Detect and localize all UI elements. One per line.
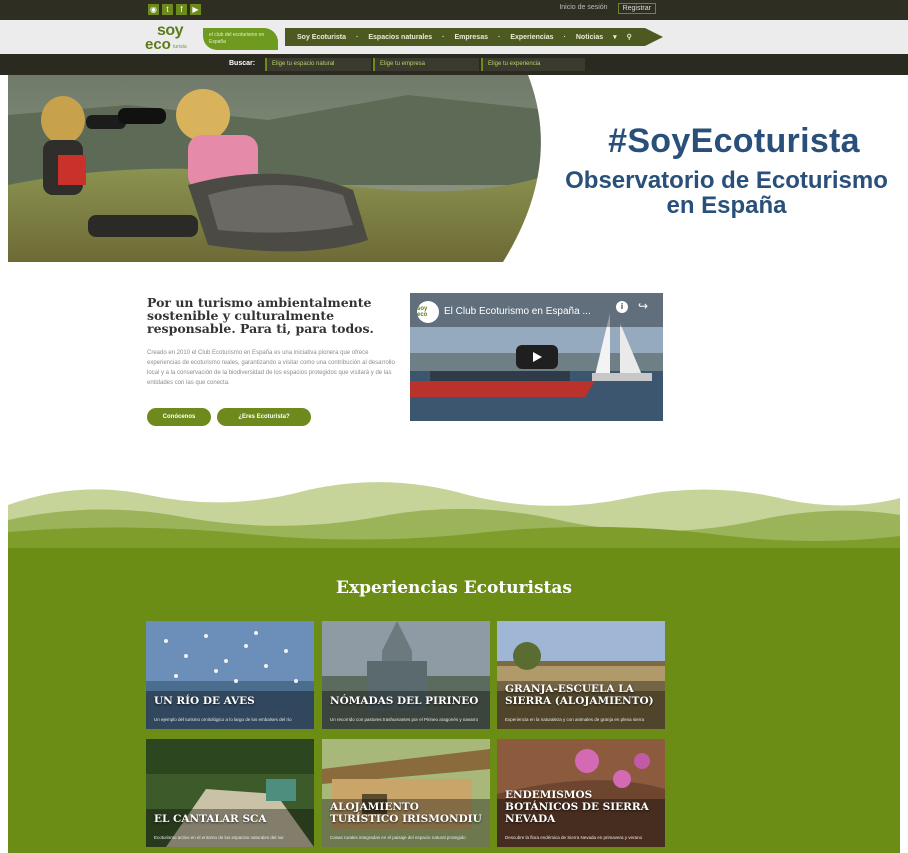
share-icon[interactable]: ↪ xyxy=(638,299,648,313)
search-label: Buscar: xyxy=(229,60,256,67)
nav-separator: · xyxy=(356,33,359,41)
site-tagline: el club del ecoturismo en España xyxy=(203,28,278,50)
card-description: Casas rurales integradas en el paisaje d… xyxy=(330,835,466,840)
search-icon[interactable]: ⚲ xyxy=(627,33,632,41)
info-icon[interactable]: i xyxy=(616,301,628,313)
card-title: El Cantalar SCA xyxy=(154,813,267,825)
experiences-heading: Experiencias Ecoturistas xyxy=(336,578,572,598)
hero-subtitle: Observatorio de Ecoturismo en España xyxy=(565,167,888,219)
youtube-icon[interactable]: ▶ xyxy=(190,4,201,15)
facebook-icon[interactable]: f xyxy=(176,4,187,15)
nav-separator: · xyxy=(442,33,445,41)
card-image xyxy=(322,739,490,847)
nav-item-empresas[interactable]: Empresas xyxy=(455,34,488,41)
card-image xyxy=(146,621,314,729)
card-title: Alojamiento Turístico Irismondiu xyxy=(330,801,482,825)
card-image xyxy=(322,621,490,729)
card-description: Experiencia en la naturaleza y con anima… xyxy=(505,717,645,722)
video-title[interactable]: El Club Ecoturismo en España ... xyxy=(444,306,591,317)
nav-ribbon-tail xyxy=(645,28,663,46)
card-image xyxy=(146,739,314,847)
play-button[interactable] xyxy=(516,345,558,369)
register-link[interactable]: Registrar xyxy=(617,3,656,14)
social-links: ◉ t f ▶ xyxy=(148,4,201,15)
experience-card-irismondiu[interactable]: Alojamiento Turístico Irismondiu Casas r… xyxy=(322,739,490,847)
logo-text-eco: eco xyxy=(145,36,171,53)
card-title: Endemismos botánicos de Sierra Nevada xyxy=(505,789,649,825)
experience-card-rio-de-aves[interactable]: Un río de aves Un ejemplo del turismo or… xyxy=(146,621,314,729)
account-links: Inicio de sesión Registrar xyxy=(555,3,656,14)
top-utility-bar: ◉ t f ▶ Inicio de sesión Registrar xyxy=(0,0,908,20)
search-empresa-select[interactable]: Elige tu empresa xyxy=(373,58,479,71)
nav-separator: · xyxy=(563,33,566,41)
intro-body: Creado en 2010 el Club Ecoturismo en Esp… xyxy=(147,350,395,386)
eres-ecoturista-button[interactable]: ¿Eres Ecoturista? xyxy=(217,408,311,426)
card-title: Un río de aves xyxy=(154,695,255,707)
video-embed[interactable]: soy eco El Club Ecoturismo en España ...… xyxy=(410,293,663,421)
card-description: Ecoturismo activo en el entorno de los e… xyxy=(154,835,284,840)
experience-card-nomadas-del-pirineo[interactable]: Nómadas del Pirineo Un recorrido con pas… xyxy=(322,621,490,729)
main-nav: Soy Ecoturista · Espacios naturales · Em… xyxy=(285,28,645,46)
site-logo[interactable]: soy eco turista xyxy=(143,22,203,53)
search-experiencia-select[interactable]: Elige tu experiencia xyxy=(481,58,585,71)
hero-banner: #SoyEcoturista Observatorio de Ecoturism… xyxy=(8,75,900,262)
card-image xyxy=(497,621,665,729)
card-description: Descubre la flora endémica de Sierra Nev… xyxy=(505,835,643,840)
twitter-icon[interactable]: t xyxy=(162,4,173,15)
experience-card-granja-escuela[interactable]: Granja-Escuela La Sierra (alojamiento) E… xyxy=(497,621,665,729)
search-espacio-select[interactable]: Elige tu espacio natural xyxy=(265,58,371,71)
card-title: Nómadas del Pirineo xyxy=(330,695,479,707)
nav-separator: · xyxy=(497,33,501,41)
logo-text-turista: turista xyxy=(173,44,187,50)
main-header: soy eco turista el club del ecoturismo e… xyxy=(0,20,908,54)
nav-item-experiencias[interactable]: Experiencias xyxy=(510,34,553,41)
nav-item-soy-ecoturista[interactable]: Soy Ecoturista xyxy=(297,34,346,41)
experience-card-el-cantalar[interactable]: El Cantalar SCA Ecoturismo activo en el … xyxy=(146,739,314,847)
nav-dropdown-icon[interactable]: ▾ xyxy=(613,33,617,41)
login-link[interactable]: Inicio de sesión xyxy=(555,3,611,14)
card-description: Un ejemplo del turismo ornitológico a lo… xyxy=(154,717,292,722)
nav-item-espacios-naturales[interactable]: Espacios naturales xyxy=(368,34,432,41)
rss-icon[interactable]: ◉ xyxy=(148,4,159,15)
channel-logo[interactable]: soy eco xyxy=(417,301,439,323)
experience-card-endemismos-sierra-nevada[interactable]: Endemismos botánicos de Sierra Nevada De… xyxy=(497,739,665,847)
intro-title: Por un turismo ambientalmente sostenible… xyxy=(147,295,374,336)
hero-hashtag: #SoyEcoturista xyxy=(608,122,860,160)
conocenos-button[interactable]: Conócenos xyxy=(147,408,211,426)
card-title: Granja-Escuela La Sierra (alojamiento) xyxy=(505,683,654,707)
search-bar: Buscar: Elige tu espacio natural Elige t… xyxy=(0,54,908,75)
card-description: Un recorrido con pastores trashumantes p… xyxy=(330,717,479,722)
nav-item-noticias[interactable]: Noticias xyxy=(576,34,603,41)
